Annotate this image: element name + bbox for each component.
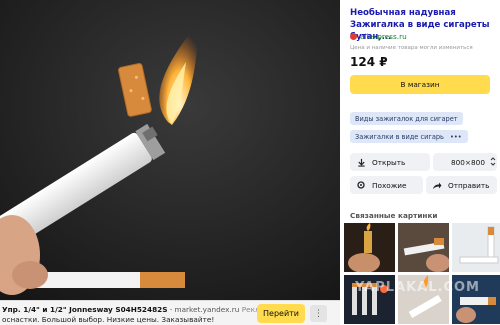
more-tags-button[interactable]: ••• xyxy=(444,130,468,143)
related-images-title: Связанные картинки xyxy=(350,211,438,220)
download-icon xyxy=(354,158,368,167)
more-vertical-icon: ⋮ xyxy=(314,308,323,319)
share-arrow-icon xyxy=(430,181,444,190)
ad-domain[interactable]: market.yandex.ru xyxy=(174,305,239,314)
similar-button[interactable]: Похожие xyxy=(350,176,423,194)
image-viewer: Упр. 1/4" и 1/2" Jonnesway S04H52482S · … xyxy=(0,0,340,325)
source-link[interactable]: aliexpress.ru xyxy=(350,32,407,41)
similar-label: Похожие xyxy=(372,180,407,190)
ad-headline[interactable]: Упр. 1/4" и 1/2" Jonnesway S04H52482S · … xyxy=(2,305,281,314)
open-label: Открыть xyxy=(372,157,406,167)
cigarette-lighter-photo xyxy=(0,0,340,300)
open-button[interactable]: Открыть xyxy=(350,153,430,171)
share-button[interactable]: Отправить xyxy=(426,176,497,194)
ad-title[interactable]: Упр. 1/4" и 1/2" Jonnesway S04H52482S xyxy=(2,305,167,314)
related-thumbnail[interactable] xyxy=(398,223,449,272)
info-panel: Необычная надувная Зажигалка в виде сига… xyxy=(341,0,500,325)
related-thumbnail[interactable] xyxy=(452,275,500,324)
share-label: Отправить xyxy=(448,180,490,190)
size-label: 800×800 xyxy=(451,157,485,167)
related-thumbnail[interactable] xyxy=(344,275,395,324)
price-note: Цена и наличие товара могли измениться xyxy=(350,45,473,51)
aliexpress-logo-icon xyxy=(350,33,357,40)
price: 124 ₽ xyxy=(350,55,388,69)
ad-go-button[interactable]: Перейти xyxy=(257,304,305,323)
ad-separator: · xyxy=(169,305,173,314)
ad-description: оснастки. Большой выбор. Низкие цены. За… xyxy=(2,315,215,324)
chevron-updown-icon xyxy=(490,156,496,168)
tag-chip[interactable]: Зажигалки в виде сигары xyxy=(350,130,451,143)
to-shop-button[interactable]: В магазин xyxy=(350,75,490,94)
related-thumbnail[interactable] xyxy=(398,275,449,324)
lens-search-icon xyxy=(354,180,368,190)
main-photo[interactable] xyxy=(0,0,340,300)
size-select[interactable]: 800×800 xyxy=(433,153,497,171)
ad-banner[interactable]: Упр. 1/4" и 1/2" Jonnesway S04H52482S · … xyxy=(0,300,340,325)
tag-chip[interactable]: Виды зажигалок для сигарет xyxy=(350,112,463,125)
source-domain[interactable]: aliexpress.ru xyxy=(360,32,407,41)
ad-more-button[interactable]: ⋮ xyxy=(310,305,327,322)
related-thumbnail[interactable] xyxy=(452,223,500,272)
related-thumbnail[interactable] xyxy=(344,223,395,272)
